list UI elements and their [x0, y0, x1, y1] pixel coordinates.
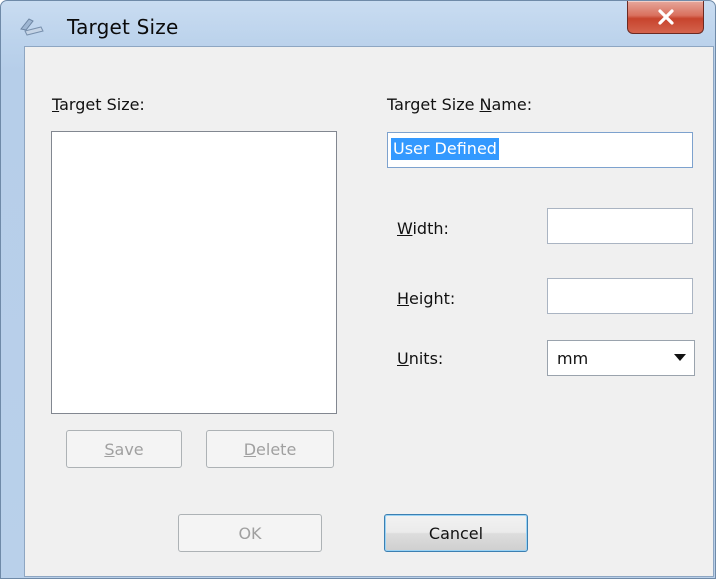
- cancel-button[interactable]: Cancel: [384, 514, 528, 552]
- ok-button[interactable]: OK: [178, 514, 322, 552]
- width-label: Width:: [397, 219, 449, 238]
- width-input[interactable]: [547, 208, 693, 244]
- target-size-list-label: Target Size:: [52, 95, 145, 114]
- window-title: Target Size: [67, 15, 179, 39]
- close-icon: [657, 9, 674, 25]
- target-size-listbox[interactable]: [51, 131, 337, 414]
- dialog-body: Target Size: Save Delete Target Size Nam…: [24, 46, 714, 577]
- close-button[interactable]: [627, 1, 704, 34]
- target-size-name-label: Target Size Name:: [387, 95, 533, 114]
- height-label: Height:: [397, 289, 456, 308]
- delete-button[interactable]: Delete: [206, 430, 334, 468]
- target-size-dialog: Target Size Target Size: Save Delete Tar…: [0, 0, 716, 579]
- units-value: mm: [557, 349, 589, 368]
- selected-name-text: User Defined: [391, 138, 499, 160]
- units-select[interactable]: mm: [547, 340, 695, 376]
- chevron-down-icon[interactable]: [674, 354, 686, 361]
- units-label: Units:: [397, 349, 444, 368]
- title-bar[interactable]: Target Size: [1, 1, 715, 45]
- height-input[interactable]: [547, 278, 693, 314]
- scanner-icon: [20, 18, 44, 36]
- target-size-name-input[interactable]: User Defined: [387, 132, 693, 168]
- save-button[interactable]: Save: [66, 430, 182, 468]
